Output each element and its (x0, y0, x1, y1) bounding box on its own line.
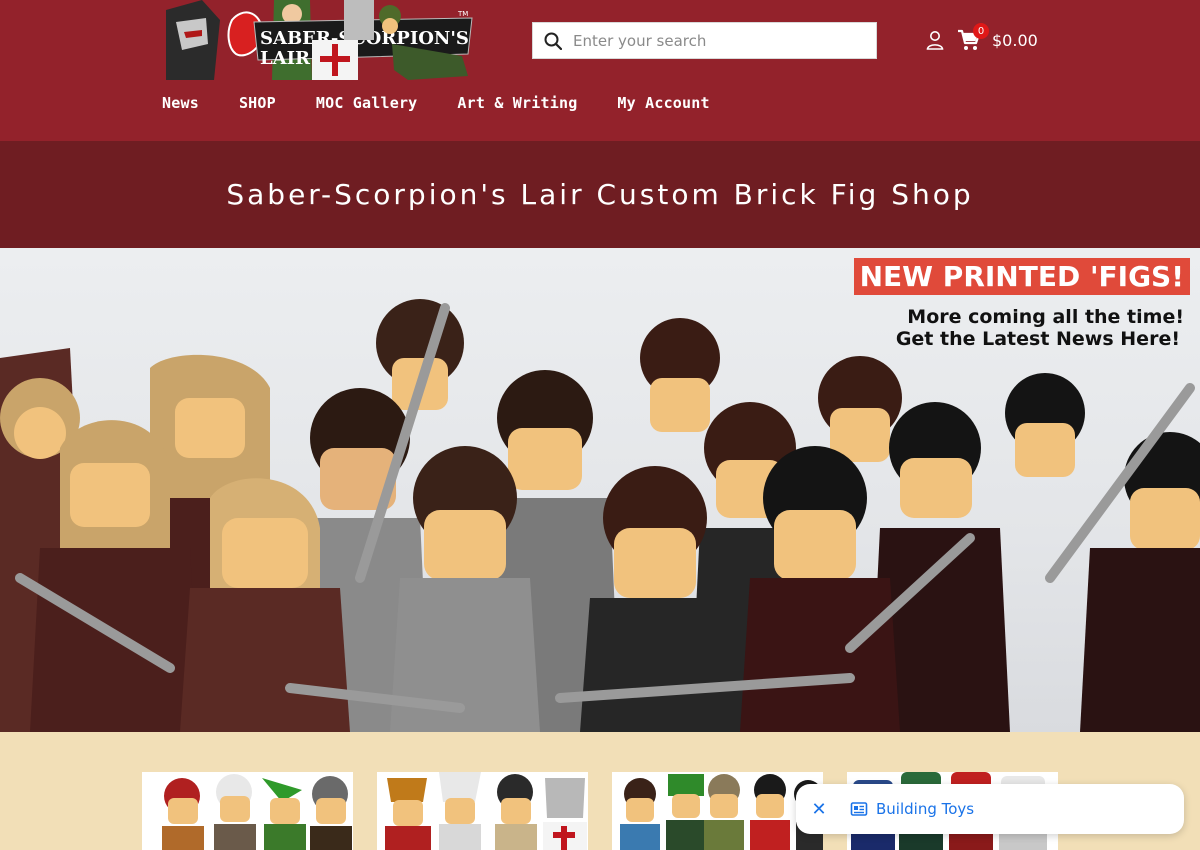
building-toys-popup[interactable]: ✕ Building Toys (796, 784, 1184, 834)
category-tile-2[interactable] (377, 772, 588, 850)
account-icon[interactable] (925, 30, 945, 50)
main-nav: News SHOP MOC Gallery Art & Writing My A… (162, 94, 750, 112)
search-input[interactable] (573, 31, 863, 50)
article-icon (850, 800, 868, 818)
cart-button[interactable]: 0 $0.00 (957, 23, 1038, 54)
site-logo[interactable]: SABER-SCORPION'S LAIR TM (162, 0, 474, 80)
close-icon[interactable]: ✕ (796, 784, 842, 834)
page-title: Saber-Scorpion's Lair Custom Brick Fig S… (226, 178, 974, 211)
cart-count-badge: 0 (973, 23, 989, 39)
page-title-band: Saber-Scorpion's Lair Custom Brick Fig S… (0, 141, 1200, 248)
category-tile-3[interactable] (612, 772, 823, 850)
site-header: SABER-SCORPION'S LAIR TM 0 $0.00 N (0, 0, 1200, 141)
cart-total: $0.00 (992, 30, 1038, 50)
promo-badge[interactable]: NEW PRINTED 'FIGS! (853, 258, 1190, 295)
hero-banner[interactable]: NEW PRINTED 'FIGS! More coming all the t… (0, 248, 1200, 732)
logo-trademark: TM (457, 10, 468, 18)
nav-item-shop[interactable]: SHOP (239, 94, 276, 112)
promo-line-2[interactable]: Get the Latest News Here! (896, 328, 1180, 350)
nav-item-art-writing[interactable]: Art & Writing (457, 94, 577, 112)
nav-item-my-account[interactable]: My Account (617, 94, 709, 112)
promo-line-1: More coming all the time! (907, 306, 1184, 328)
logo-subtext: LAIR (260, 48, 311, 69)
cart-icon[interactable]: 0 (957, 23, 989, 52)
search-bar[interactable] (532, 22, 877, 59)
nav-item-moc-gallery[interactable]: MOC Gallery (316, 94, 418, 112)
category-tile-1[interactable] (142, 772, 353, 850)
search-icon[interactable] (533, 22, 573, 59)
nav-item-news[interactable]: News (162, 94, 199, 112)
popup-label[interactable]: Building Toys (876, 800, 974, 818)
